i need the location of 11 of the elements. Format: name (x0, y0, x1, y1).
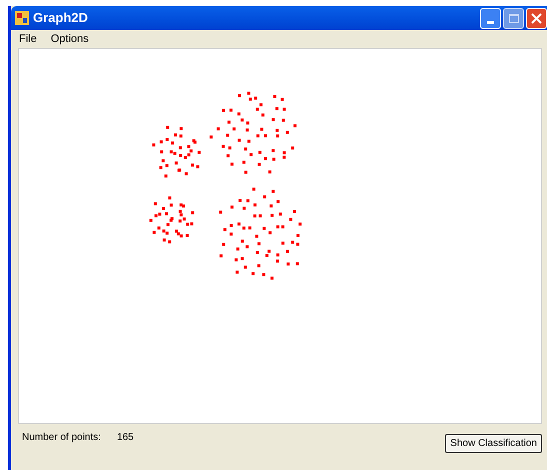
close-icon (531, 12, 542, 24)
menu-item[interactable]: Options (46, 30, 94, 48)
points-label: Number of points: (22, 431, 101, 445)
minimize-button[interactable] (480, 8, 501, 28)
window-title: Graph2D (33, 9, 88, 28)
close-button[interactable] (526, 8, 547, 28)
app-icon (15, 11, 29, 25)
show-classification-button[interactable]: Show Classification (445, 434, 542, 453)
points-count: 165 (116, 431, 134, 445)
menu-item[interactable]: File (14, 30, 42, 48)
maximize-button[interactable] (503, 8, 524, 28)
